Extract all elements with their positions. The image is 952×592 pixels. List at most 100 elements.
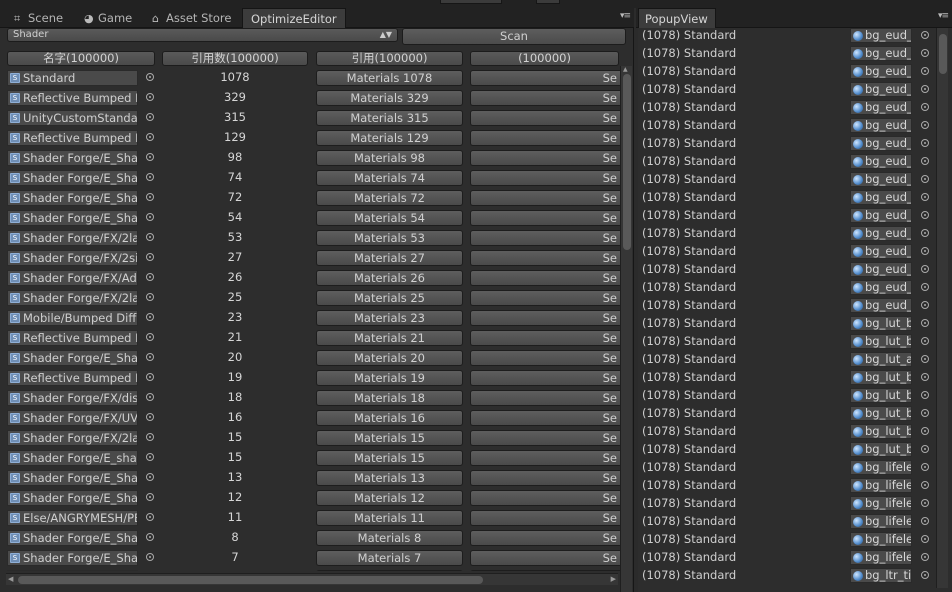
horizontal-scrollbar[interactable]: ◀ ▶ [6, 573, 618, 585]
asset-type-dropdown[interactable]: Shader ▲▼ [7, 28, 398, 42]
object-picker-icon[interactable] [921, 463, 929, 471]
select-button[interactable]: Se [470, 570, 620, 571]
object-picker-icon[interactable] [146, 533, 154, 541]
select-button[interactable]: Se [470, 210, 620, 226]
object-picker-icon[interactable] [921, 319, 929, 327]
object-picker-icon[interactable] [146, 393, 154, 401]
materials-button[interactable]: Materials 53 [316, 230, 463, 246]
select-button[interactable]: Se [470, 350, 620, 366]
shader-object-field[interactable]: SShader Forge/E_shader [7, 450, 138, 466]
shader-object-field[interactable]: SShader Forge/FX/2layer [7, 230, 138, 246]
object-picker-icon[interactable] [921, 175, 929, 183]
material-object-field[interactable]: bg_eud_ [850, 226, 912, 241]
material-object-field[interactable]: bg_lut_a [850, 352, 912, 367]
shader-object-field[interactable]: SReflective Bumped Diffuse [7, 130, 138, 146]
select-button[interactable]: Se [470, 370, 620, 386]
shader-object-field[interactable]: SShader Forge/E_Shader [7, 190, 138, 206]
shader-object-field[interactable]: SShader Forge/FX/2layer [7, 430, 138, 446]
materials-button[interactable]: Materials 19 [316, 370, 463, 386]
materials-button[interactable]: Materials 54 [316, 210, 463, 226]
scan-button[interactable]: Scan [402, 28, 626, 45]
materials-button[interactable]: Materials 21 [316, 330, 463, 346]
select-button[interactable]: Se [470, 430, 620, 446]
material-object-field[interactable]: bg_eud_ [850, 190, 912, 205]
material-object-field[interactable]: bg_lifele [850, 514, 912, 529]
object-picker-icon[interactable] [921, 571, 929, 579]
materials-button[interactable]: Materials 11 [316, 510, 463, 526]
object-picker-icon[interactable] [146, 333, 154, 341]
object-picker-icon[interactable] [921, 31, 929, 39]
shader-object-field[interactable]: SShader Forge/FX/UV [7, 570, 138, 571]
object-picker-icon[interactable] [921, 391, 929, 399]
material-object-field[interactable]: bg_eud_ [850, 172, 912, 187]
select-button[interactable]: Se [470, 90, 620, 106]
materials-button[interactable]: Materials 315 [316, 110, 463, 126]
material-object-field[interactable]: bg_eud_ [850, 28, 912, 43]
materials-button[interactable]: Materials 16 [316, 410, 463, 426]
material-object-field[interactable]: bg_lifele [850, 478, 912, 493]
object-picker-icon[interactable] [146, 413, 154, 421]
header-refs[interactable]: 引用(100000) [316, 51, 463, 66]
object-picker-icon[interactable] [921, 535, 929, 543]
shader-object-field[interactable]: SShader Forge/E_Shader [7, 150, 138, 166]
object-picker-icon[interactable] [921, 103, 929, 111]
material-object-field[interactable]: bg_lifele [850, 496, 912, 511]
object-picker-icon[interactable] [146, 153, 154, 161]
select-button[interactable]: Se [470, 490, 620, 506]
object-picker-icon[interactable] [146, 453, 154, 461]
materials-button[interactable]: Materials 20 [316, 350, 463, 366]
shader-object-field[interactable]: S Shader Forge/FX/Add [7, 270, 138, 286]
select-button[interactable]: Se [470, 550, 620, 566]
shader-object-field[interactable]: SShader Forge/E_Shader [7, 350, 138, 366]
tab-asset-store[interactable]: ⌂ Asset Store [148, 8, 232, 28]
object-picker-icon[interactable] [146, 173, 154, 181]
materials-button[interactable]: Materials 12 [316, 490, 463, 506]
object-picker-icon[interactable] [921, 193, 929, 201]
object-picker-icon[interactable] [921, 373, 929, 381]
object-picker-icon[interactable] [146, 273, 154, 281]
material-object-field[interactable]: bg_lifele [850, 550, 912, 565]
material-object-field[interactable]: bg_eud_ [850, 100, 912, 115]
object-picker-icon[interactable] [921, 283, 929, 291]
materials-button[interactable]: Materials 8 [316, 530, 463, 546]
object-picker-icon[interactable] [921, 481, 929, 489]
tab-popup-view[interactable]: PopupView [638, 8, 716, 28]
shader-object-field[interactable]: SShader Forge/E_Shader [7, 490, 138, 506]
object-picker-icon[interactable] [146, 293, 154, 301]
materials-button[interactable]: Materials 15 [316, 430, 463, 446]
material-object-field[interactable]: bg_lut_b [850, 388, 912, 403]
scroll-thumb[interactable] [623, 74, 631, 250]
material-object-field[interactable]: bg_lifele [850, 532, 912, 547]
materials-button[interactable]: Materials 23 [316, 310, 463, 326]
scroll-up-icon[interactable]: ▲ [623, 66, 628, 73]
select-button[interactable]: Se [470, 390, 620, 406]
material-object-field[interactable]: bg_eud_ [850, 46, 912, 61]
select-button[interactable]: Se [470, 250, 620, 266]
materials-button[interactable]: Materials 26 [316, 270, 463, 286]
materials-button[interactable]: Materials 13 [316, 470, 463, 486]
select-button[interactable]: Se [470, 450, 620, 466]
tab-scene[interactable]: ⌗ Scene [10, 8, 63, 28]
tab-menu-icon[interactable]: ▾≡ [620, 11, 631, 21]
object-picker-icon[interactable] [921, 139, 929, 147]
material-object-field[interactable]: bg_eud_ [850, 154, 912, 169]
shader-object-field[interactable]: SReflective Bumped Diffuse [7, 330, 138, 346]
select-button[interactable]: Se [470, 270, 620, 286]
object-picker-icon[interactable] [146, 473, 154, 481]
shader-object-field[interactable]: S Standard [7, 70, 138, 86]
material-object-field[interactable]: bg_eud_ [850, 82, 912, 97]
object-picker-icon[interactable] [921, 121, 929, 129]
select-button[interactable]: Se [470, 130, 620, 146]
object-picker-icon[interactable] [146, 133, 154, 141]
material-object-field[interactable]: bg_eud_ [850, 208, 912, 223]
select-button[interactable]: Se [470, 410, 620, 426]
shader-object-field[interactable]: SShader Forge/E_Shader [7, 210, 138, 226]
material-object-field[interactable]: bg_eud_ [850, 244, 912, 259]
material-object-field[interactable]: bg_lut_b [850, 406, 912, 421]
object-picker-icon[interactable] [146, 213, 154, 221]
material-object-field[interactable]: bg_eud_ [850, 280, 912, 295]
object-picker-icon[interactable] [921, 211, 929, 219]
select-button[interactable]: Se [470, 530, 620, 546]
shader-object-field[interactable]: SShader Forge/FX/UV [7, 410, 138, 426]
header-select[interactable]: (100000) [470, 51, 619, 66]
